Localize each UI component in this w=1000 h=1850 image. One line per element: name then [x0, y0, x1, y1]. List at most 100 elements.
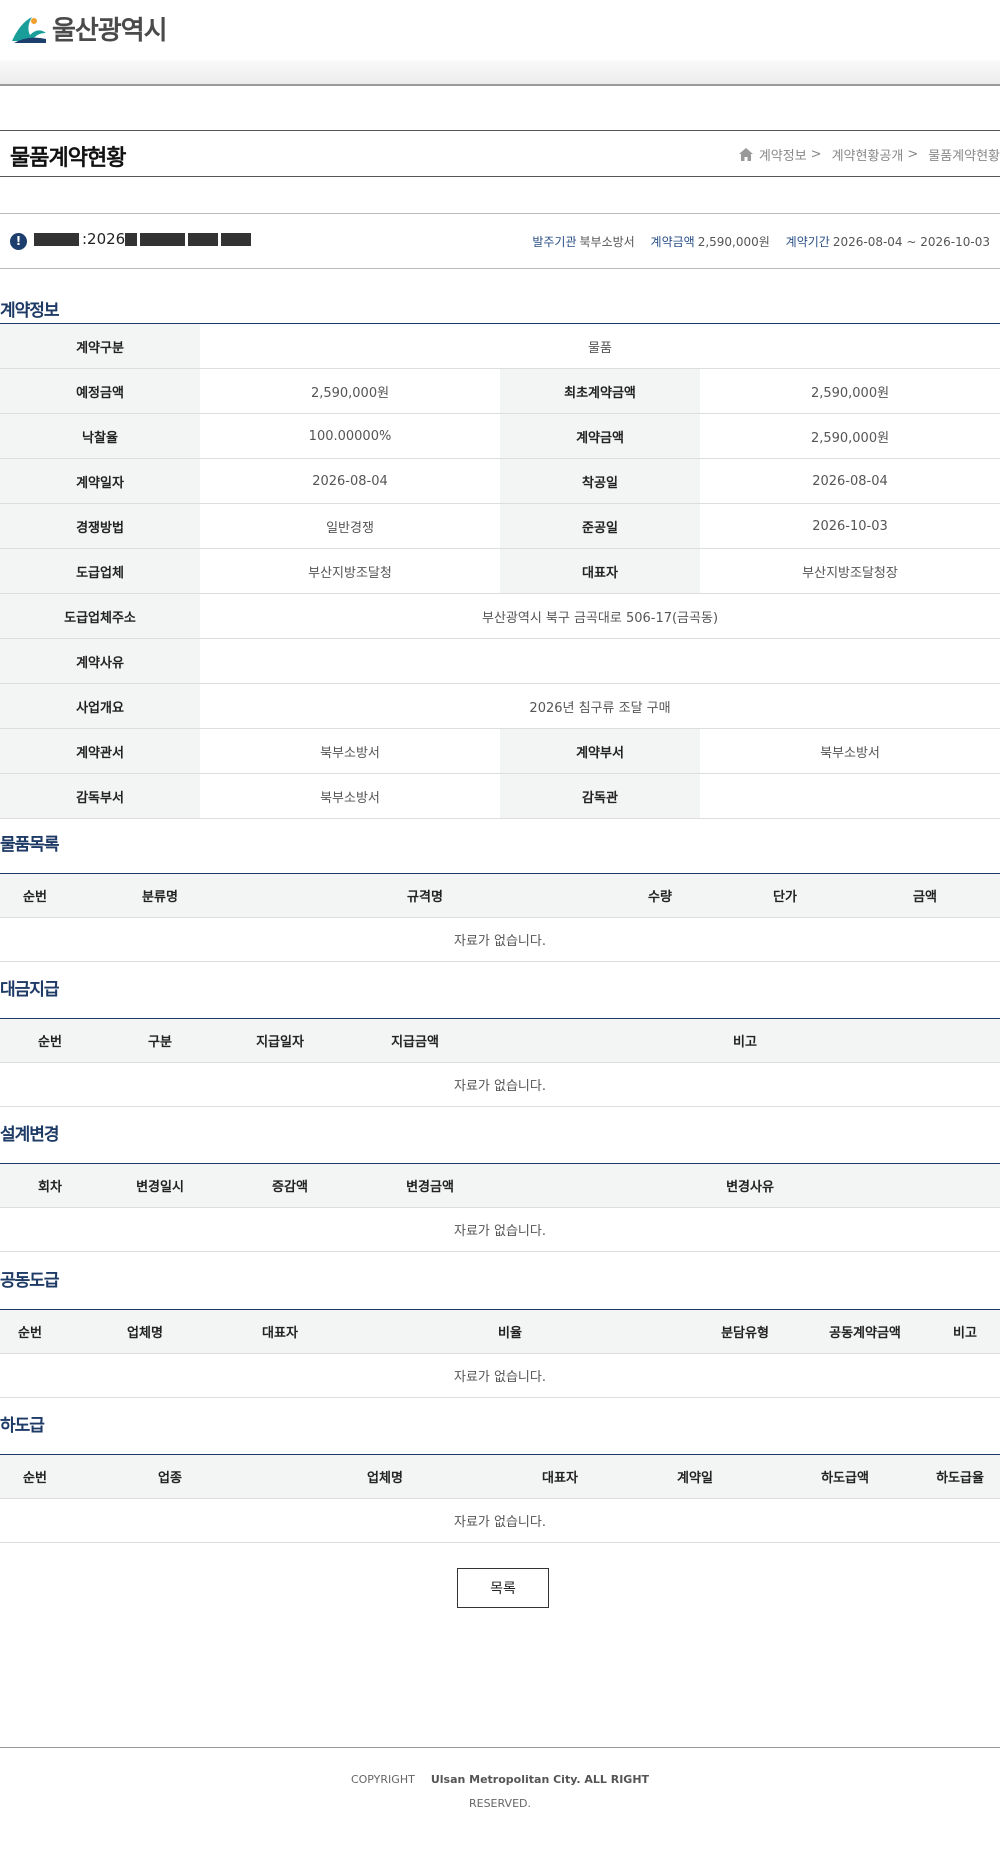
info-label: 계약부서	[500, 728, 700, 774]
redacted-text	[34, 232, 79, 246]
column-header: 업종	[70, 1454, 270, 1499]
breadcrumb-item-goods-contract: 물품계약현황	[928, 149, 1000, 164]
site-footer: COPYRIGHT Ulsan Metropolitan City. ALL RI…	[0, 1747, 1000, 1850]
info-label: 감독부서	[0, 773, 200, 819]
empty-message: 자료가 없습니다.	[0, 1498, 1000, 1543]
section-title-joint-contract: 공동도급	[0, 1271, 60, 1291]
site-header: 울산광역시	[0, 0, 1000, 60]
copyright-org: Ulsan Metropolitan City. ALL RIGHT	[430, 1773, 650, 1786]
info-row: 도급업체주소 부산광역시 북구 금곡대로 506-17(금곡동)	[0, 593, 1000, 639]
column-header: 규격명	[250, 873, 600, 918]
subcontract-table: 순번 업종 업체명 대표자 계약일 하도급액 하도급율 자료가 없습니다.	[0, 1454, 1000, 1543]
column-header: 회차	[0, 1163, 100, 1208]
info-row: 계약구분 물품	[0, 323, 1000, 369]
info-row: 경쟁방법 일반경쟁 준공일 2026-10-03	[0, 503, 1000, 549]
meta-value-ordering-agency: 북부소방서	[579, 235, 635, 249]
info-value: 100.00000%	[200, 413, 500, 459]
column-header: 증감액	[220, 1163, 360, 1208]
column-header: 분담유형	[690, 1309, 800, 1354]
column-header: 대표자	[500, 1454, 620, 1499]
info-value: 2,590,000원	[700, 368, 1000, 414]
info-value: 2026-08-04	[200, 458, 500, 504]
column-header: 구분	[100, 1018, 220, 1063]
info-label: 계약구분	[0, 323, 200, 369]
info-value	[200, 638, 1000, 684]
column-header: 비율	[330, 1309, 690, 1354]
column-header: 금액	[850, 873, 1000, 918]
info-label: 대표자	[500, 548, 700, 594]
info-value: 2,590,000원	[700, 413, 1000, 459]
column-header: 단가	[720, 873, 850, 918]
redacted-text	[221, 232, 252, 246]
breadcrumb-separator: >	[810, 147, 822, 162]
redacted-text	[188, 232, 219, 246]
meta-value-contract-amount: 2,590,000원	[697, 235, 770, 249]
global-nav-bar	[0, 60, 1000, 86]
info-value: 물품	[200, 323, 1000, 369]
column-header: 변경금액	[360, 1163, 500, 1208]
info-value: 2,590,000원	[200, 368, 500, 414]
info-row: 도급업체 부산지방조달청 대표자 부산지방조달청장	[0, 548, 1000, 594]
contract-info-table: 계약구분 물품 예정금액 2,590,000원 최초계약금액 2,590,000원 낙찰율 1…	[0, 323, 1000, 819]
info-value: 2026-08-04	[700, 458, 1000, 504]
title-bar: 물품계약현황 계약정보 > 계약현황공개 > 물품계약현황	[0, 130, 1000, 177]
breadcrumb-separator: >	[907, 147, 919, 162]
summary-meta: 발주기관 북부소방서 계약금액 2,590,000원 계약기간 2026-08-04 …	[520, 233, 990, 250]
section-title-subcontract: 하도급	[0, 1416, 45, 1436]
list-button[interactable]: 목록	[457, 1568, 549, 1608]
info-label: 계약관서	[0, 728, 200, 774]
goods-list-table: 순번 분류명 규격명 수량 단가 금액 자료가 없습니다.	[0, 873, 1000, 962]
column-header: 지급금액	[340, 1018, 490, 1063]
column-header: 지급일자	[220, 1018, 340, 1063]
info-label: 예정금액	[0, 368, 200, 414]
site-logo[interactable]: 울산광역시	[10, 10, 168, 47]
payment-table: 순번 구분 지급일자 지급금액 비고 자료가 없습니다.	[0, 1018, 1000, 1107]
exclamation-icon: !	[10, 233, 27, 250]
page-title: 물품계약현황	[10, 146, 126, 171]
empty-message: 자료가 없습니다.	[0, 1207, 1000, 1252]
column-header: 업체명	[60, 1309, 230, 1354]
section-title-goods-list: 물품목록	[0, 835, 60, 855]
info-row: 계약일자 2026-08-04 착공일 2026-08-04	[0, 458, 1000, 504]
info-label: 계약사유	[0, 638, 200, 684]
meta-value-contract-period: 2026-08-04 ~ 2026-10-03	[832, 235, 990, 249]
breadcrumb-item-contract-info[interactable]: 계약정보	[759, 145, 807, 164]
contract-name: :2026	[34, 230, 254, 248]
logo-text: 울산광역시	[52, 16, 168, 46]
info-label: 도급업체주소	[0, 593, 200, 639]
info-label: 낙찰율	[0, 413, 200, 459]
info-label: 계약일자	[0, 458, 200, 504]
home-icon[interactable]	[738, 148, 753, 161]
section-title-design-change: 설계변경	[0, 1125, 60, 1145]
info-label: 최초계약금액	[500, 368, 700, 414]
column-header: 수량	[600, 873, 720, 918]
meta-label-contract-amount: 계약금액	[650, 235, 695, 249]
section-title-contract-info: 계약정보	[0, 301, 60, 321]
column-header: 공동계약금액	[800, 1309, 930, 1354]
column-header: 순번	[0, 1018, 100, 1063]
info-row: 계약사유	[0, 638, 1000, 684]
info-value: 2026-10-03	[700, 503, 1000, 549]
copyright-reserved: RESERVED.	[468, 1797, 531, 1810]
breadcrumb-item-contract-status[interactable]: 계약현황공개	[832, 145, 904, 164]
info-label: 계약금액	[500, 413, 700, 459]
column-header: 변경사유	[500, 1163, 1000, 1208]
empty-message: 자료가 없습니다.	[0, 917, 1000, 962]
meta-label-ordering-agency: 발주기관	[532, 235, 577, 249]
column-header: 순번	[0, 1309, 60, 1354]
column-header: 순번	[0, 1454, 70, 1499]
breadcrumb: 계약정보 > 계약현황공개 > 물품계약현황	[738, 145, 1000, 164]
section-title-payment: 대금지급	[0, 980, 60, 1000]
info-value: 북부소방서	[200, 728, 500, 774]
info-row: 예정금액 2,590,000원 최초계약금액 2,590,000원	[0, 368, 1000, 414]
table-row: 자료가 없습니다.	[0, 1207, 1000, 1252]
table-row: 자료가 없습니다.	[0, 1062, 1000, 1107]
empty-message: 자료가 없습니다.	[0, 1353, 1000, 1398]
info-row: 감독부서 북부소방서 감독관	[0, 773, 1000, 819]
info-label: 착공일	[500, 458, 700, 504]
info-value: 부산지방조달청장	[700, 548, 1000, 594]
column-header: 분류명	[70, 873, 250, 918]
info-label: 도급업체	[0, 548, 200, 594]
table-row: 자료가 없습니다.	[0, 1353, 1000, 1398]
meta-label-contract-period: 계약기간	[785, 235, 830, 249]
